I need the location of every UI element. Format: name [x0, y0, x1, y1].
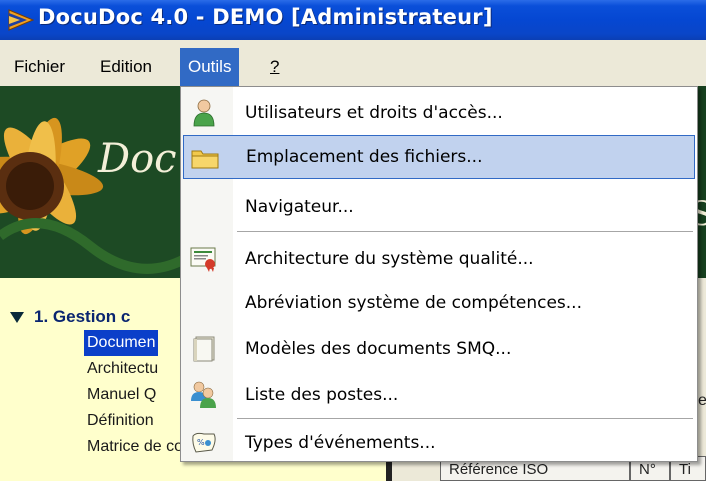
menu-help[interactable]: ? [262, 48, 287, 86]
tree-item[interactable]: Documen [84, 330, 159, 356]
svg-text:%: % [197, 438, 205, 447]
tools-menu: Utilisateurs et droits d'accès... Emplac… [180, 86, 698, 462]
menu-item-label: Modèles des documents SMQ... [245, 339, 512, 359]
menu-item-utilisateurs[interactable]: Utilisateurs et droits d'accès... [183, 91, 695, 135]
tree-section-label: 1. Gestion c [34, 307, 131, 326]
menu-separator [237, 418, 693, 419]
menu-item-label: Liste des postes... [245, 385, 399, 405]
banner-title: Doc [98, 136, 177, 182]
title-menu-gap [0, 40, 706, 48]
menu-edition[interactable]: Edition [92, 48, 160, 86]
menu-item-liste-postes[interactable]: Liste des postes... [183, 373, 695, 417]
menu-bar: Fichier Edition Outils ? [0, 48, 706, 86]
menu-item-label: Types d'événements... [245, 433, 436, 453]
menu-item-label: Utilisateurs et droits d'accès... [245, 103, 503, 123]
window-title: DocuDoc 4.0 - DEMO [Administrateur] [38, 5, 493, 29]
menu-item-emplacement[interactable]: Emplacement des fichiers... [183, 135, 695, 179]
app-logo-icon [8, 9, 35, 31]
menu-item-label: Emplacement des fichiers... [246, 147, 483, 167]
folder-icon [190, 144, 220, 172]
user-icon [189, 99, 219, 127]
tree-section[interactable]: 1. Gestion c [8, 304, 130, 330]
menu-item-label: Abréviation système de compétences... [245, 293, 582, 313]
menu-item-label: Navigateur... [245, 197, 354, 217]
tree-item[interactable]: Définition [84, 408, 157, 434]
certificate-icon [189, 245, 219, 273]
menu-fichier[interactable]: Fichier [6, 48, 73, 86]
menu-separator [237, 231, 693, 232]
menu-item-types-evenements[interactable]: % Types d'événements... [183, 421, 695, 465]
tree-item[interactable]: Manuel Q [84, 382, 159, 408]
menu-item-modeles[interactable]: Modèles des documents SMQ... [183, 327, 695, 371]
tree-item[interactable]: Architectu [84, 356, 161, 382]
menu-item-abreviation[interactable]: Abréviation système de compétences... [183, 281, 695, 325]
menu-item-label: Architecture du système qualité... [245, 249, 534, 269]
sunflower-image [0, 86, 190, 278]
menu-item-architecture[interactable]: Architecture du système qualité... [183, 237, 695, 281]
right-fragment-et: et [698, 392, 706, 409]
menu-item-navigateur[interactable]: Navigateur... [183, 185, 695, 229]
users-group-icon [189, 381, 219, 409]
event-types-icon: % [189, 429, 219, 457]
document-template-icon [189, 335, 219, 363]
menu-outils[interactable]: Outils [180, 48, 240, 86]
collapse-triangle-icon[interactable] [8, 308, 26, 326]
title-bar: DocuDoc 4.0 - DEMO [Administrateur] [0, 0, 706, 40]
